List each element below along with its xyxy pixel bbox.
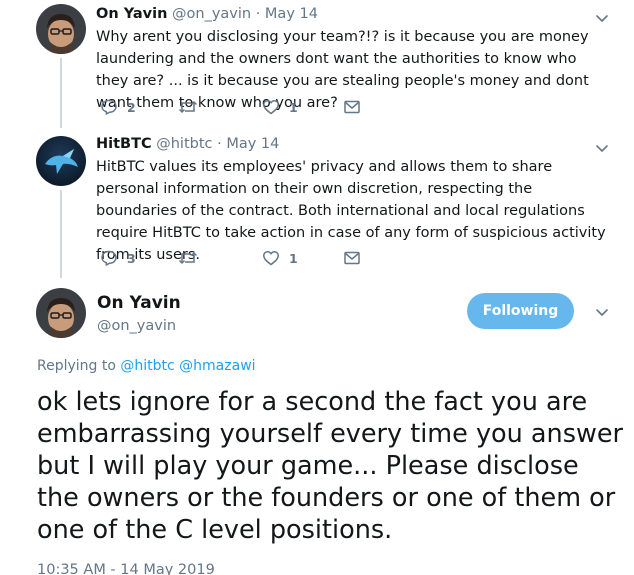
heart-icon bbox=[263, 250, 279, 266]
tweet-text: ok lets ignore for a second the fact you… bbox=[37, 387, 624, 545]
display-name[interactable]: On Yavin bbox=[96, 6, 167, 22]
tweet-date[interactable]: May 14 bbox=[265, 6, 318, 22]
tweet-date[interactable]: May 14 bbox=[226, 136, 279, 152]
retweet-button[interactable] bbox=[178, 98, 207, 116]
following-button[interactable]: Following bbox=[467, 293, 574, 329]
like-count: 1 bbox=[289, 250, 298, 266]
tweet-header: HitBTC @hitbtc · May 14 bbox=[96, 136, 279, 152]
retweet-button[interactable] bbox=[178, 249, 207, 267]
direct-message-button[interactable] bbox=[343, 98, 361, 116]
avatar[interactable] bbox=[36, 4, 86, 54]
reply-button[interactable]: 2 bbox=[100, 98, 136, 116]
like-button[interactable]: 1 bbox=[262, 249, 298, 267]
retweet-icon bbox=[178, 251, 198, 265]
reply-icon bbox=[101, 99, 117, 115]
mention-link[interactable]: @hitbtc bbox=[120, 358, 174, 374]
handle[interactable]: @hitbtc bbox=[156, 136, 212, 152]
avatar[interactable] bbox=[36, 136, 86, 186]
heart-icon bbox=[263, 99, 279, 115]
separator: · bbox=[212, 136, 227, 152]
display-name[interactable]: On Yavin bbox=[97, 293, 181, 313]
like-button[interactable]: 1 bbox=[262, 98, 298, 116]
replying-to: Replying to @hitbtc @hmazawi bbox=[37, 358, 256, 374]
envelope-icon bbox=[344, 100, 360, 114]
like-count: 1 bbox=[289, 99, 298, 115]
chevron-down-icon[interactable] bbox=[594, 10, 610, 26]
tweet-actions: 2 1 bbox=[100, 98, 380, 118]
tweet-actions: 3 1 bbox=[100, 249, 380, 269]
display-name[interactable]: HitBTC bbox=[96, 136, 152, 152]
reply-button[interactable]: 3 bbox=[100, 249, 136, 267]
envelope-icon bbox=[344, 251, 360, 265]
tweet-timestamp[interactable]: 10:35 AM - 14 May 2019 bbox=[37, 562, 215, 575]
handle[interactable]: @on_yavin bbox=[172, 6, 251, 22]
thread-line bbox=[60, 190, 62, 278]
chevron-down-icon[interactable] bbox=[594, 140, 610, 156]
direct-message-button[interactable] bbox=[343, 249, 361, 267]
tweet-1[interactable]: On Yavin @on_yavin · May 14 Why arent yo… bbox=[0, 0, 634, 130]
tweet-2[interactable]: HitBTC @hitbtc · May 14 HitBTC values it… bbox=[0, 130, 634, 280]
retweet-icon bbox=[178, 100, 198, 114]
reply-count: 3 bbox=[127, 250, 136, 266]
avatar[interactable] bbox=[36, 288, 86, 338]
replying-prefix: Replying to bbox=[37, 358, 116, 374]
chevron-down-icon[interactable] bbox=[594, 304, 610, 320]
handle[interactable]: @on_yavin bbox=[97, 318, 176, 334]
reply-icon bbox=[101, 250, 117, 266]
separator: · bbox=[251, 6, 265, 22]
thread-line bbox=[60, 58, 62, 128]
mention-link[interactable]: @hmazawi bbox=[179, 358, 255, 374]
reply-count: 2 bbox=[127, 99, 136, 115]
tweet-header: On Yavin @on_yavin · May 14 bbox=[96, 6, 318, 22]
